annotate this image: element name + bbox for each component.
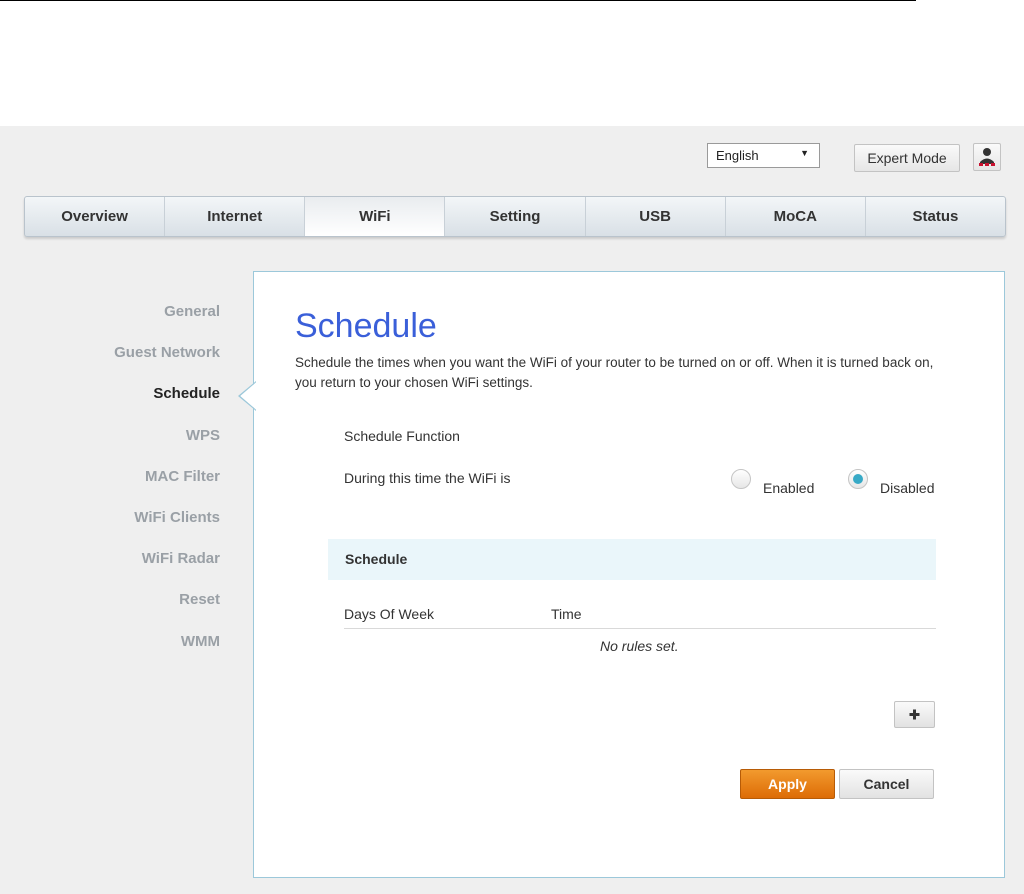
cancel-button[interactable]: Cancel bbox=[839, 769, 934, 799]
top-rule bbox=[0, 0, 916, 1]
page-title: Schedule bbox=[295, 307, 437, 345]
language-value: English bbox=[716, 148, 759, 163]
enabled-radio[interactable] bbox=[731, 469, 751, 489]
plus-icon bbox=[909, 709, 920, 720]
tab-setting[interactable]: Setting bbox=[445, 197, 586, 236]
tab-moca[interactable]: MoCA bbox=[726, 197, 866, 236]
empty-rules-message: No rules set. bbox=[600, 638, 679, 654]
sidebar-item-wmm[interactable]: WMM bbox=[0, 632, 220, 673]
schedule-function-label: Schedule Function bbox=[344, 428, 460, 444]
main-tabs: Overview Internet WiFi Setting USB MoCA … bbox=[24, 196, 1006, 237]
user-icon bbox=[979, 148, 995, 166]
tab-overview[interactable]: Overview bbox=[25, 197, 166, 236]
column-header-time: Time bbox=[551, 606, 582, 622]
disabled-radio-label: Disabled bbox=[880, 480, 935, 496]
sidebar-item-wps[interactable]: WPS bbox=[0, 426, 220, 467]
sidebar-item-schedule[interactable]: Schedule bbox=[0, 384, 220, 425]
active-item-pointer bbox=[238, 381, 256, 411]
wifi-state-label: During this time the WiFi is bbox=[344, 470, 511, 486]
tab-usb[interactable]: USB bbox=[586, 197, 726, 236]
tab-wifi[interactable]: WiFi bbox=[305, 197, 446, 236]
sidebar-item-wifi-clients[interactable]: WiFi Clients bbox=[0, 508, 220, 549]
user-account-button[interactable] bbox=[973, 143, 1001, 171]
sidebar-item-reset[interactable]: Reset bbox=[0, 590, 220, 631]
tab-status[interactable]: Status bbox=[866, 197, 1005, 236]
sidebar-item-guest-network[interactable]: Guest Network bbox=[0, 343, 220, 384]
add-rule-button[interactable] bbox=[894, 701, 935, 728]
tab-internet[interactable]: Internet bbox=[165, 197, 306, 236]
table-header-divider bbox=[344, 628, 936, 629]
page-description: Schedule the times when you want the WiF… bbox=[295, 355, 934, 390]
sidebar: General Guest Network Schedule WPS MAC F… bbox=[0, 302, 220, 673]
apply-button[interactable]: Apply bbox=[740, 769, 835, 799]
expert-mode-button[interactable]: Expert Mode bbox=[854, 144, 960, 172]
enabled-radio-label: Enabled bbox=[763, 480, 815, 496]
sidebar-item-wifi-radar[interactable]: WiFi Radar bbox=[0, 549, 220, 590]
dropdown-arrow-icon: ▼ bbox=[800, 148, 809, 158]
sidebar-item-mac-filter[interactable]: MAC Filter bbox=[0, 467, 220, 508]
schedule-section-header: Schedule bbox=[328, 539, 936, 580]
disabled-radio[interactable] bbox=[848, 469, 868, 489]
sidebar-item-general[interactable]: General bbox=[0, 302, 220, 343]
column-header-days-of-week: Days Of Week bbox=[344, 606, 434, 622]
language-select[interactable]: English ▼ bbox=[707, 143, 820, 168]
